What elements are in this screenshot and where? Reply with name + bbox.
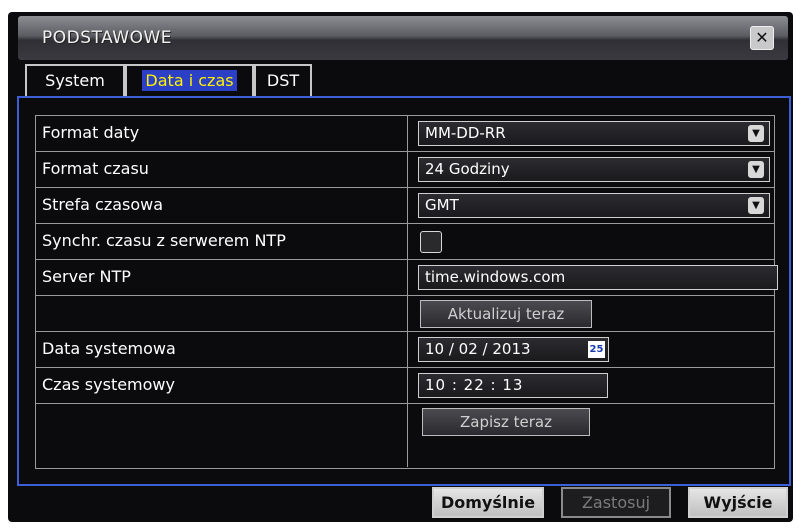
tab-date-time[interactable]: Data i czas (125, 64, 254, 96)
row-ntp-server: Server NTP time.windows.com (36, 260, 778, 296)
row-time-format: Format czasu 24 Godziny ▼ (36, 152, 774, 188)
system-date-value: 10 / 02 / 2013 (425, 340, 531, 358)
save-now-button[interactable]: Zapisz teraz (422, 408, 590, 436)
row-system-date: Data systemowa 10 / 02 / 2013 25 (36, 332, 774, 368)
title-bar: PODSTAWOWE ✕ (18, 16, 788, 60)
row-save-now: Zapisz teraz (36, 404, 774, 467)
time-format-label: Format czasu (36, 152, 408, 187)
date-format-label: Format daty (36, 116, 408, 151)
date-format-select[interactable]: MM-DD-RR ▼ (418, 121, 770, 146)
ntp-server-label: Server NTP (36, 260, 408, 295)
row-ntp-sync: Synchr. czasu z serwerem NTP (36, 224, 774, 260)
apply-button[interactable]: Zastosuj (561, 487, 671, 518)
system-time-input[interactable]: 10 : 22 : 13 (418, 373, 608, 398)
system-time-label: Czas systemowy (36, 368, 408, 403)
row-update-now: Aktualizuj teraz (36, 296, 774, 332)
update-now-button[interactable]: Aktualizuj teraz (420, 300, 592, 328)
row-time-zone: Strefa czasowa GMT ▼ (36, 188, 774, 224)
empty-label (36, 404, 408, 467)
tab-date-time-label: Data i czas (142, 70, 237, 91)
time-format-value: 24 Godziny (425, 160, 510, 178)
system-date-input[interactable]: 10 / 02 / 2013 25 (418, 337, 609, 362)
tab-system-label: System (45, 71, 105, 90)
chevron-down-icon[interactable]: ▼ (748, 161, 764, 178)
tab-system[interactable]: System (25, 64, 125, 96)
ntp-sync-checkbox[interactable] (420, 231, 442, 253)
time-zone-value: GMT (425, 196, 459, 214)
row-system-time: Czas systemowy 10 : 22 : 13 (36, 368, 774, 404)
dialog-title: PODSTAWOWE (42, 28, 173, 48)
chevron-down-icon[interactable]: ▼ (748, 197, 764, 214)
default-button[interactable]: Domyślnie (432, 487, 544, 518)
time-zone-select[interactable]: GMT ▼ (418, 193, 770, 218)
time-format-select[interactable]: 24 Godziny ▼ (418, 157, 770, 182)
exit-button[interactable]: Wyjście (688, 487, 788, 518)
tab-dst[interactable]: DST (254, 64, 312, 96)
close-icon: ✕ (755, 28, 769, 47)
tab-dst-label: DST (266, 71, 300, 90)
time-zone-label: Strefa czasowa (36, 188, 408, 223)
date-format-value: MM-DD-RR (425, 124, 506, 142)
system-date-label: Data systemowa (36, 332, 408, 367)
chevron-down-icon[interactable]: ▼ (748, 125, 764, 142)
row-date-format: Format daty MM-DD-RR ▼ (36, 116, 774, 152)
ntp-sync-label: Synchr. czasu z serwerem NTP (36, 224, 408, 259)
empty-label (36, 296, 408, 331)
settings-grid: Format daty MM-DD-RR ▼ Format czasu 24 G… (35, 115, 778, 469)
date-time-panel: Format daty MM-DD-RR ▼ Format czasu 24 G… (17, 96, 791, 486)
calendar-icon[interactable]: 25 (588, 341, 605, 358)
close-button[interactable]: ✕ (750, 26, 774, 50)
ntp-server-input[interactable]: time.windows.com (418, 265, 778, 290)
